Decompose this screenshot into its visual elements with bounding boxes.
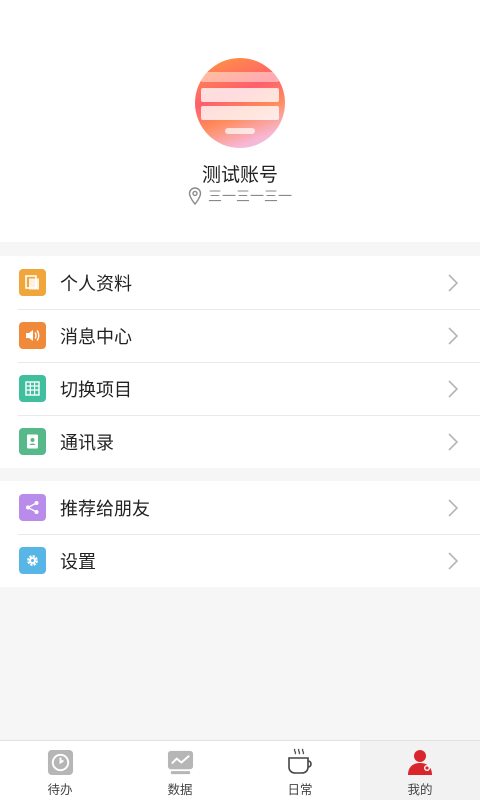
chevron-right-icon [448,379,459,398]
menu-label: 个人资料 [60,273,132,295]
chart-icon [166,748,194,776]
menu-label: 消息中心 [60,326,132,348]
menu-label: 设置 [60,551,96,573]
building-icon [19,375,46,402]
profile-header: 测试账号 三一三一三一 [0,0,480,242]
share-icon [19,494,46,521]
location-row: 三一三一三一 [0,186,480,206]
clock-check-icon [46,748,74,776]
profile-card-icon [19,269,46,296]
menu-item-messages[interactable]: 消息中心 [0,309,480,362]
chevron-right-icon [448,273,459,292]
chevron-right-icon [448,326,459,345]
tab-mine[interactable]: 我的 [360,741,480,800]
gear-icon [19,547,46,574]
tab-daily[interactable]: 日常 [240,741,360,800]
menu-item-settings[interactable]: 设置 [0,534,480,587]
menu-item-switch-project[interactable]: 切换项目 [0,362,480,415]
menu-label: 推荐给朋友 [60,498,150,520]
chevron-right-icon [448,551,459,570]
coffee-cup-icon [286,748,314,776]
menu-label: 切换项目 [60,379,132,401]
location-text: 三一三一三一 [208,189,292,205]
tab-data[interactable]: 数据 [120,741,240,800]
bottom-tab-bar: 待办 数据 日常 我的 [0,740,480,800]
contacts-book-icon [19,428,46,455]
menu-group-main: 个人资料 消息中心 切换项目 通讯录 [0,256,480,468]
tab-label: 我的 [407,782,433,797]
username: 测试账号 [201,164,278,186]
tab-todo[interactable]: 待办 [0,741,120,800]
user-icon [406,748,434,776]
avatar[interactable] [195,58,285,148]
menu-group-secondary: 推荐给朋友 设置 [0,481,480,587]
menu-label: 通讯录 [60,432,114,454]
menu-item-recommend[interactable]: 推荐给朋友 [0,481,480,534]
tab-label: 数据 [167,782,193,797]
speaker-icon [19,322,46,349]
tab-label: 日常 [287,782,313,797]
tab-label: 待办 [47,782,73,797]
chevron-right-icon [448,498,459,517]
chevron-right-icon [448,432,459,451]
menu-item-profile[interactable]: 个人资料 [0,256,480,309]
location-pin-icon [188,187,202,205]
menu-item-contacts[interactable]: 通讯录 [0,415,480,468]
